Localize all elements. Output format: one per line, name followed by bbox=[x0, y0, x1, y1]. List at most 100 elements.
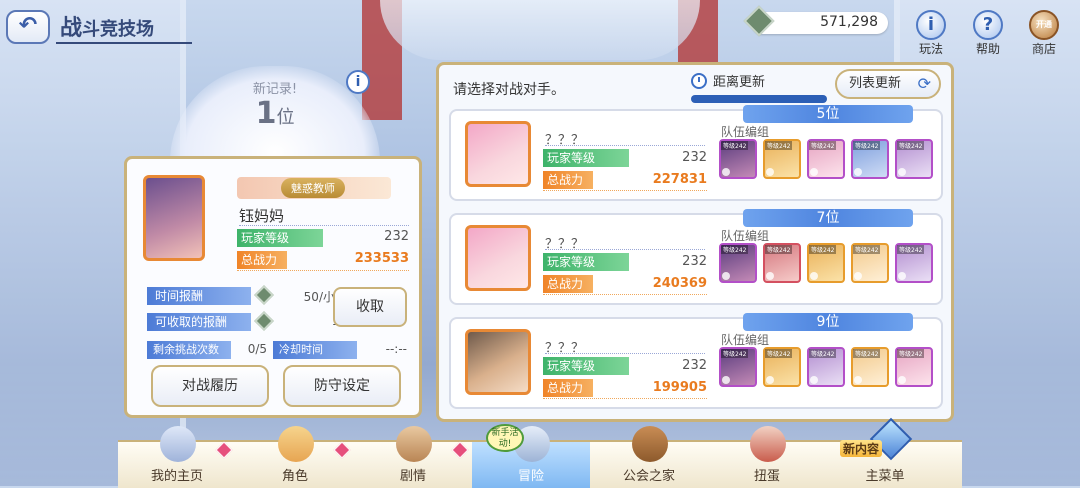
help-button[interactable]: ? 帮助 bbox=[968, 10, 1008, 57]
divider bbox=[545, 249, 705, 250]
notification-badge-icon bbox=[215, 441, 233, 459]
refresh-list-label: 列表更新 bbox=[849, 76, 902, 91]
collectable-reward-label: 可收取的报酬 bbox=[147, 313, 251, 331]
challenges-value: 0/5 bbox=[247, 342, 267, 356]
divider bbox=[545, 353, 705, 354]
player-level-label: 玩家等级 bbox=[237, 229, 323, 247]
opponent-level-label: 玩家等级 bbox=[543, 149, 629, 167]
select-opponent-prompt: 请选择对战对手。 bbox=[453, 82, 565, 98]
player-title-badge: 魅惑教师 bbox=[237, 177, 391, 199]
divider bbox=[543, 398, 707, 399]
star-icon bbox=[810, 168, 818, 176]
team-label: 队伍编组 bbox=[721, 229, 770, 243]
team-member-portrait: 等级242 bbox=[895, 347, 933, 387]
cooldown-value: --:-- bbox=[385, 342, 407, 356]
help-icon: ? bbox=[973, 10, 1003, 40]
defense-setting-button[interactable]: 防守设定 bbox=[283, 365, 401, 407]
star-icon bbox=[766, 272, 774, 280]
opponent-avatar bbox=[465, 329, 531, 395]
team-member-portrait: 等级242 bbox=[851, 243, 889, 283]
opponent-card[interactable]: 9位 ？？？ 玩家等级 232 总战力 199905 队伍编组 等级242 等级… bbox=[449, 313, 943, 409]
team-member-portrait: 等级242 bbox=[719, 139, 757, 179]
team-member-portrait: 等级242 bbox=[851, 347, 889, 387]
opponent-rank: 7位 bbox=[743, 209, 913, 227]
team-member-portrait: 等级242 bbox=[895, 139, 933, 179]
nav-adventure[interactable]: 冒险 bbox=[472, 426, 590, 488]
nav-story[interactable]: 剧情 bbox=[354, 426, 472, 488]
time-reward-label: 时间报酬 bbox=[147, 287, 251, 305]
refresh-timer-label: 距离更新 bbox=[713, 75, 766, 90]
rules-button[interactable]: i 玩法 bbox=[911, 10, 951, 57]
gem-icon bbox=[254, 311, 274, 331]
player-power-value: 233533 bbox=[354, 251, 409, 266]
shop-button[interactable]: 开通 商店 bbox=[1024, 10, 1064, 57]
opponent-card[interactable]: 5位 ？？？ 玩家等级 232 总战力 227831 队伍编组 等级242 等级… bbox=[449, 105, 943, 201]
shop-icon: 开通 bbox=[1029, 10, 1059, 40]
opponent-card[interactable]: 7位 ？？？ 玩家等级 232 总战力 240369 队伍编组 等级242 等级… bbox=[449, 209, 943, 305]
divider bbox=[545, 145, 705, 146]
background-window bbox=[380, 0, 700, 60]
nav-gacha[interactable]: 扭蛋 bbox=[708, 426, 826, 488]
opponent-level-row: 玩家等级 232 bbox=[543, 357, 707, 375]
nav-guild-house[interactable]: 公会之家 bbox=[590, 426, 708, 488]
opponent-power-label: 总战力 bbox=[543, 379, 593, 397]
gem-icon bbox=[743, 5, 775, 37]
header: ↶ 战斗竞技场 bbox=[6, 8, 192, 44]
player-power-label: 总战力 bbox=[237, 251, 287, 269]
opponent-level-value: 232 bbox=[682, 150, 707, 165]
rules-label: 玩法 bbox=[918, 42, 943, 56]
star-icon bbox=[898, 376, 906, 384]
player-avatar[interactable] bbox=[143, 175, 205, 261]
refresh-timer-bar bbox=[691, 95, 827, 103]
shop-label: 商店 bbox=[1031, 42, 1056, 56]
opponent-rank: 5位 bbox=[743, 105, 913, 123]
back-button[interactable]: ↶ bbox=[6, 10, 50, 44]
currency-display: 571,298 bbox=[743, 5, 888, 37]
star-icon bbox=[898, 168, 906, 176]
team-member-portrait: 等级242 bbox=[719, 243, 757, 283]
divider bbox=[543, 294, 707, 295]
time-reward-row: 时间报酬 50/小时 bbox=[147, 285, 347, 305]
door-icon bbox=[632, 426, 668, 462]
team-member-portrait: 等级242 bbox=[763, 347, 801, 387]
player-panel: 魅惑教师 钰妈妈 玩家等级 232 总战力 233533 时间报酬 50/小时 … bbox=[124, 156, 422, 418]
opponent-level-row: 玩家等级 232 bbox=[543, 149, 707, 167]
team-member-portrait: 等级242 bbox=[719, 347, 757, 387]
opponent-power-row: 总战力 199905 bbox=[543, 379, 707, 399]
team-label: 队伍编组 bbox=[721, 333, 770, 347]
star-icon bbox=[810, 272, 818, 280]
star-icon bbox=[766, 376, 774, 384]
bottom-navigation: 我的主页 角色 剧情 冒险 公会之家 扭蛋 主菜单 bbox=[118, 426, 962, 488]
battle-history-button[interactable]: 对战履历 bbox=[151, 365, 269, 407]
nav-characters[interactable]: 角色 bbox=[236, 426, 354, 488]
opponent-power-label: 总战力 bbox=[543, 171, 593, 189]
gacha-icon bbox=[750, 426, 786, 462]
team-label: 队伍编组 bbox=[721, 125, 770, 139]
team-member-portrait: 等级242 bbox=[851, 139, 889, 179]
collect-button[interactable]: 收取 bbox=[333, 287, 407, 327]
team-member-portrait: 等级242 bbox=[807, 243, 845, 283]
scroll-icon bbox=[396, 426, 432, 462]
team-member-portrait: 等级242 bbox=[763, 139, 801, 179]
collectable-reward-row: 可收取的报酬 15 bbox=[147, 311, 347, 331]
team-member-portrait: 等级242 bbox=[807, 139, 845, 179]
team-member-portrait: 等级242 bbox=[895, 243, 933, 283]
currency-value: 571,298 bbox=[820, 14, 878, 30]
notification-badge-icon bbox=[333, 441, 351, 459]
title-underline bbox=[56, 42, 192, 44]
cooldown-row: 冷却时间 --:-- bbox=[273, 341, 407, 359]
divider bbox=[237, 270, 409, 271]
star-icon bbox=[722, 168, 730, 176]
opponent-level-row: 玩家等级 232 bbox=[543, 253, 707, 271]
nav-home[interactable]: 我的主页 bbox=[118, 426, 236, 488]
opponent-level-value: 232 bbox=[682, 254, 707, 269]
rank-info-button[interactable]: i bbox=[346, 70, 370, 94]
star-icon bbox=[810, 376, 818, 384]
opponent-avatar bbox=[465, 121, 531, 187]
opponent-level-value: 232 bbox=[682, 358, 707, 373]
team-member-portrait: 等级242 bbox=[807, 347, 845, 387]
opponent-panel: 请选择对战对手。 距离更新 列表更新 ⟳ 5位 ？？？ 玩家等级 232 总战力… bbox=[436, 62, 954, 422]
current-rank: 1位 bbox=[255, 96, 295, 131]
refresh-list-button[interactable]: 列表更新 ⟳ bbox=[835, 69, 941, 99]
team-member-portrait: 等级242 bbox=[763, 243, 801, 283]
